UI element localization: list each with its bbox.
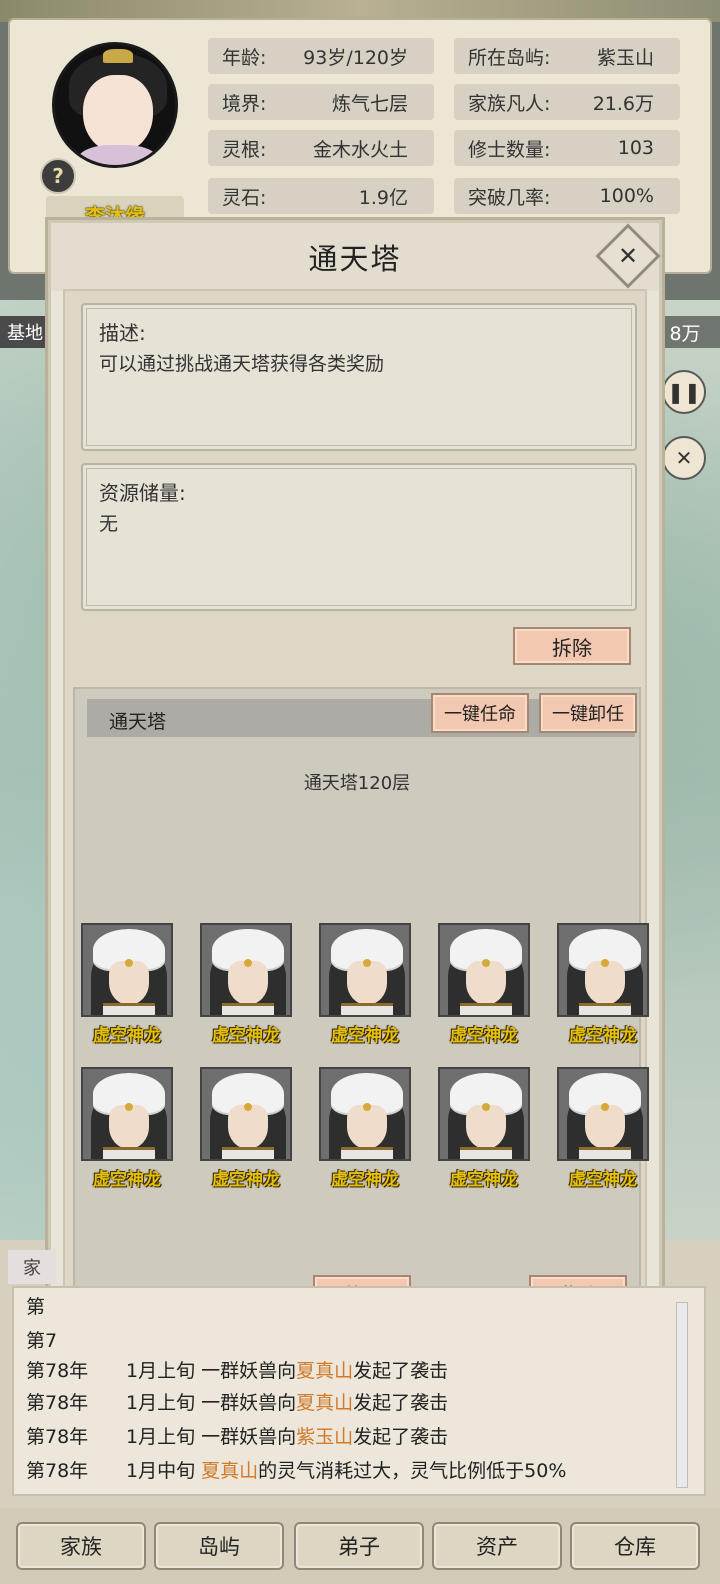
tower-section: 通天塔 一键任命 一键卸任 通天塔120层 虚空神龙 虚空神龙 虚空神龙 虚空神… — [73, 687, 649, 1323]
log-row: 第78年 1月上旬 一群妖兽向夏真山发起了袭击 — [26, 1392, 449, 1414]
character-name: 虚空神龙 — [569, 1170, 637, 1190]
event-log: 第 第7 第78年 1月上旬 一群妖兽向夏真山发起了袭击 第78年 1月上旬 一群妖… — [12, 1286, 706, 1496]
character-card[interactable]: 虚空神龙 — [200, 1067, 292, 1195]
modal-title: 通天塔 — [51, 223, 659, 291]
character-portrait — [81, 1067, 173, 1161]
modal-body: 描述: 可以通过挑战通天塔获得各类奖励 资源储量: 无 拆除 通天塔 一键任命 … — [63, 289, 649, 1329]
tower-modal: 通天塔 ✕ 描述: 可以通过挑战通天塔获得各类奖励 资源储量: 无 拆除 通天塔… — [48, 220, 662, 1344]
bottom-nav: 家族 岛屿 弟子 资产 仓库 — [0, 1508, 720, 1584]
character-card[interactable]: 虚空神龙 — [81, 1067, 173, 1195]
resource-text: 无 — [99, 513, 119, 535]
stat-cultivators: 修士数量: 103 — [454, 130, 680, 166]
section-title: 通天塔 — [109, 711, 167, 733]
log-row: 第78年 1月上旬 一群妖兽向紫玉山发起了袭击 — [26, 1426, 449, 1448]
log-row-partial: 第 — [26, 1296, 46, 1318]
character-name: 虚空神龙 — [450, 1026, 518, 1046]
log-tab[interactable]: 家 — [8, 1250, 56, 1284]
character-card[interactable]: 虚空神龙 — [200, 923, 292, 1051]
character-card[interactable]: 虚空神龙 — [438, 1067, 530, 1195]
help-icon[interactable]: ? — [40, 158, 76, 194]
avatar[interactable] — [52, 42, 178, 168]
base-label: 基地 — [0, 316, 50, 348]
character-portrait — [438, 923, 530, 1017]
stat-age: 年龄: 93岁/120岁 — [208, 38, 434, 74]
character-card[interactable]: 虚空神龙 — [319, 923, 411, 1051]
character-portrait — [81, 923, 173, 1017]
nav-warehouse[interactable]: 仓库 — [570, 1522, 700, 1570]
stat-spirit-stones: 灵石: 1.9亿 — [208, 178, 434, 214]
character-name: 虚空神龙 — [569, 1026, 637, 1046]
stat-island: 所在岛屿: 紫玉山 — [454, 38, 680, 74]
appoint-all-button[interactable]: 一键任命 — [431, 693, 529, 733]
character-name: 虚空神龙 — [450, 1170, 518, 1190]
description-text: 可以通过挑战通天塔获得各类奖励 — [99, 353, 385, 375]
character-name: 虚空神龙 — [331, 1170, 399, 1190]
log-row: 第78年 1月上旬 一群妖兽向夏真山发起了袭击 — [26, 1360, 449, 1382]
stat-mortals: 家族凡人: 21.6万 — [454, 84, 680, 120]
character-card[interactable]: 虚空神龙 — [557, 1067, 649, 1195]
character-portrait — [319, 923, 411, 1017]
description-label: 描述: — [99, 321, 146, 345]
character-portrait — [319, 1067, 411, 1161]
character-portrait — [557, 923, 649, 1017]
character-portrait — [200, 1067, 292, 1161]
log-scrollbar[interactable] — [676, 1302, 688, 1488]
character-name: 虚空神龙 — [93, 1170, 161, 1190]
stat-breakthrough: 突破几率: 100% — [454, 178, 680, 214]
close-icon: ✕ — [617, 241, 639, 270]
demolish-button[interactable]: 拆除 — [513, 627, 631, 665]
log-row: 第78年 1月中旬 夏真山的灵气消耗过大，灵气比例低于50% — [26, 1460, 567, 1482]
pause-icon[interactable]: ❚❚ — [662, 370, 706, 414]
character-portrait — [557, 1067, 649, 1161]
character-card[interactable]: 虚空神龙 — [81, 923, 173, 1051]
dismiss-all-button[interactable]: 一键卸任 — [539, 693, 637, 733]
character-name: 虚空神龙 — [212, 1026, 280, 1046]
character-card[interactable]: 虚空神龙 — [438, 923, 530, 1051]
nav-family[interactable]: 家族 — [16, 1522, 146, 1570]
character-portrait — [438, 1067, 530, 1161]
character-name: 虚空神龙 — [331, 1026, 399, 1046]
character-portrait — [200, 923, 292, 1017]
nav-island[interactable]: 岛屿 — [154, 1522, 284, 1570]
log-row-partial: 第7 — [26, 1330, 58, 1352]
floor-text: 通天塔120层 — [303, 773, 411, 794]
nav-disciples[interactable]: 弟子 — [294, 1522, 424, 1570]
character-card[interactable]: 虚空神龙 — [319, 1067, 411, 1195]
nav-assets[interactable]: 资产 — [432, 1522, 562, 1570]
description-box: 描述: 可以通过挑战通天塔获得各类奖励 — [81, 303, 637, 451]
cross-icon[interactable]: ✕ — [662, 436, 706, 480]
resource-box: 资源储量: 无 — [81, 463, 637, 611]
resource-label: 资源储量: — [99, 481, 186, 505]
character-name: 虚空神龙 — [93, 1026, 161, 1046]
stat-realm: 境界: 炼气七层 — [208, 84, 434, 120]
character-name: 虚空神龙 — [212, 1170, 280, 1190]
character-card[interactable]: 虚空神龙 — [557, 923, 649, 1051]
stat-spirit-root: 灵根: 金木水火土 — [208, 130, 434, 166]
